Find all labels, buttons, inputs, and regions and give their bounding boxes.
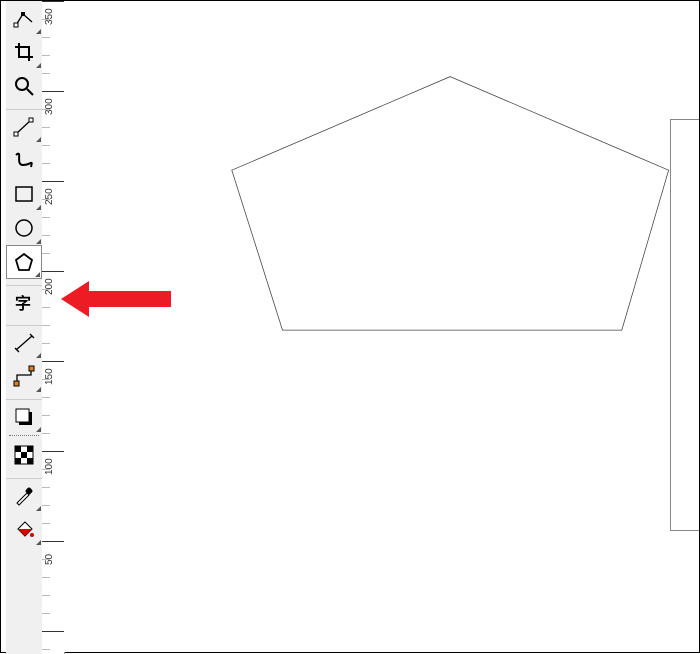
ruler-label: 300	[44, 98, 55, 115]
transparency-tool[interactable]	[6, 438, 42, 472]
ellipse-tool[interactable]	[6, 211, 42, 245]
polygon-icon	[13, 251, 35, 273]
artistic-media-tool[interactable]	[6, 143, 42, 177]
checker-icon	[13, 444, 35, 466]
crop-tool[interactable]	[6, 35, 42, 69]
polygon-tool[interactable]	[6, 245, 42, 279]
connector-tool[interactable]	[6, 359, 42, 393]
ruler-label: 250	[44, 188, 55, 205]
eyedropper-tool[interactable]	[6, 478, 42, 512]
magnifier-icon	[13, 75, 35, 97]
drop-shadow-tool[interactable]	[6, 399, 42, 433]
ruler-label: 200	[44, 278, 55, 295]
shadow-icon	[13, 406, 35, 428]
vertical-ruler: 350 300 250 200 150 100 50	[42, 1, 65, 654]
ruler-label: 350	[44, 8, 55, 25]
ellipse-icon	[13, 217, 35, 239]
connector-icon	[13, 365, 35, 387]
rectangle-tool[interactable]	[6, 177, 42, 211]
bucket-icon	[13, 518, 35, 540]
canvas[interactable]	[64, 1, 699, 652]
brush-curve-icon	[13, 149, 35, 171]
dimension-icon	[13, 332, 35, 354]
eyedropper-icon	[13, 485, 35, 507]
svg-text:字: 字	[15, 294, 31, 313]
freehand-tool[interactable]	[6, 109, 42, 143]
ruler-label: 100	[44, 458, 55, 475]
rectangle-icon	[13, 183, 35, 205]
zoom-tool[interactable]	[6, 69, 42, 103]
red-arrow-annotation	[61, 279, 181, 319]
freehand-icon	[13, 116, 35, 138]
toolbox: 字	[6, 1, 43, 654]
app-frame: 字	[0, 0, 700, 653]
ruler-label: 150	[44, 368, 55, 385]
text-tool[interactable]: 字	[6, 285, 42, 319]
fill-tool[interactable]	[6, 512, 42, 546]
dimension-tool[interactable]	[6, 325, 42, 359]
pentagon-shape[interactable]	[224, 61, 684, 431]
edit-nodes-tool[interactable]	[6, 1, 42, 35]
text-icon: 字	[12, 292, 36, 314]
crop-icon	[13, 41, 35, 63]
nodes-icon	[13, 7, 35, 29]
